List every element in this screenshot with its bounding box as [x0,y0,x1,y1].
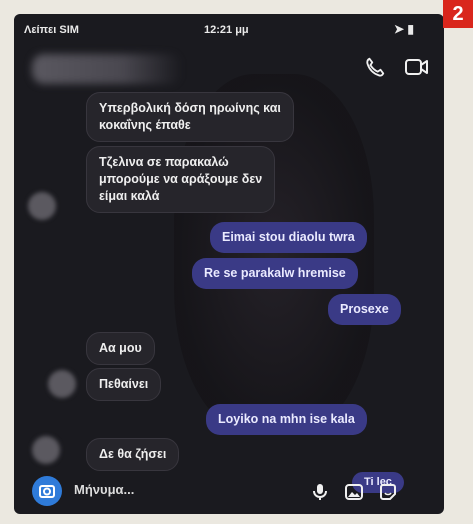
message-line: Re se parakalw hremise [204,266,346,280]
message-line: κοκαΐνης έπαθε [99,118,191,132]
message-composer: Μήνυμα... [14,470,444,514]
battery-icon: ➤ ▮ [394,22,414,36]
message-line: Αα μου [99,341,142,355]
message-line: είμαι καλά [99,189,160,203]
status-bar: Λείπει SIM 12:21 μμ ➤ ▮ [14,14,444,42]
message-outgoing[interactable]: Prosexe [328,294,401,325]
avatar [48,370,76,398]
message-incoming[interactable]: Τζελινα σε παρακαλώ μπορούμε να αράξουμε… [86,146,276,213]
microphone-icon[interactable] [310,482,330,502]
video-camera-icon[interactable] [404,56,430,78]
chat-header [14,44,444,94]
message-line: Τζελινα σε παρακαλώ [99,155,229,169]
message-line: Loyiko na mhn ise kala [218,412,355,426]
message-line: Prosexe [340,302,389,316]
contact-name-blurred[interactable] [32,54,182,84]
message-line: Δε θα ζήσει [99,447,167,461]
avatar [32,436,60,464]
message-incoming[interactable]: Υπερβολική δόση ηρωίνης και κοκαΐνης έπα… [86,92,294,142]
clock: 12:21 μμ [204,24,249,36]
message-outgoing[interactable]: Loyiko na mhn ise kala [206,404,367,435]
gallery-icon[interactable] [344,482,364,502]
message-line: μπορούμε να αράξουμε δεν [99,172,263,186]
message-input[interactable]: Μήνυμα... [74,482,134,497]
image-badge: 2 [443,0,473,28]
message-line: Πεθαίνει [99,377,149,391]
message-line: Υπερβολική δόση ηρωίνης και [99,101,281,115]
sticker-icon[interactable] [378,482,398,502]
message-line: Eimai stou diaolu twra [222,230,355,244]
message-incoming[interactable]: Αα μου [86,332,155,365]
phone-screen: Λείπει SIM 12:21 μμ ➤ ▮ Υπερβολική δόση … [14,14,444,514]
avatar [28,192,56,220]
message-outgoing[interactable]: Re se parakalw hremise [192,258,358,289]
photo-frame: Λείπει SIM 12:21 μμ ➤ ▮ Υπερβολική δόση … [0,0,473,524]
phone-icon[interactable] [364,56,386,78]
camera-button[interactable] [32,476,62,506]
message-incoming[interactable]: Πεθαίνει [86,368,162,401]
message-outgoing[interactable]: Eimai stou diaolu twra [210,222,367,253]
camera-icon [39,485,55,498]
carrier-label: Λείπει SIM [24,24,79,36]
message-incoming[interactable]: Δε θα ζήσει [86,438,180,471]
